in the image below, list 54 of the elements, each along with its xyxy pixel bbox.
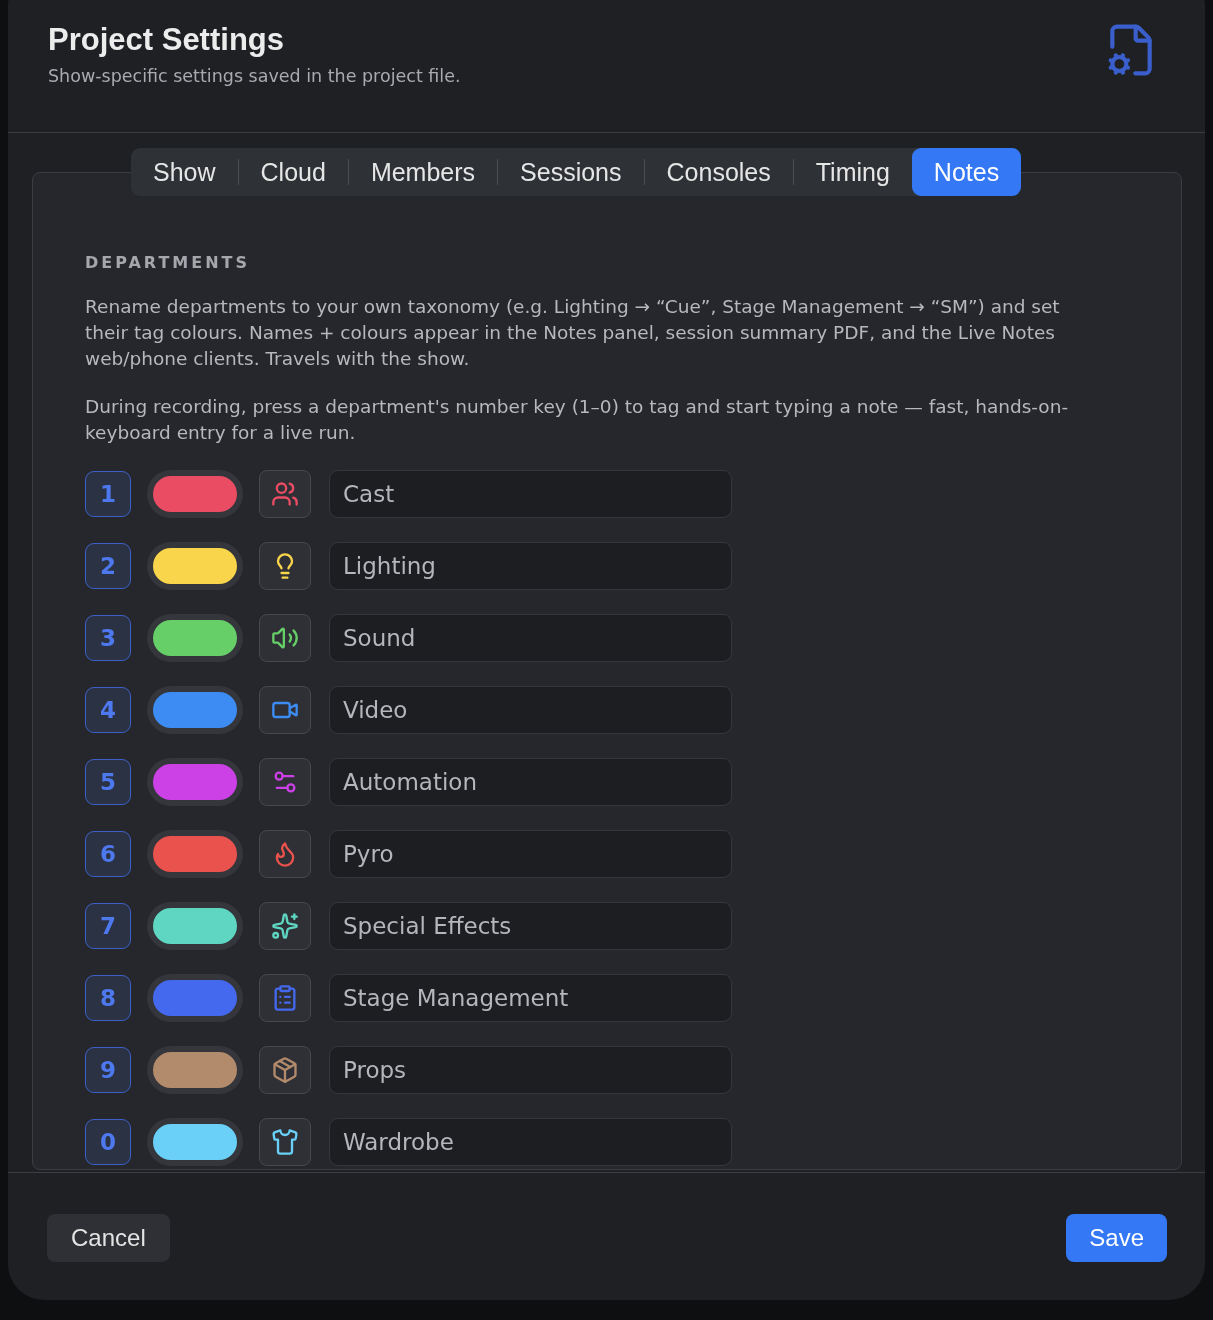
color-swatch[interactable] [147,1046,243,1094]
department-name-field[interactable]: Special Effects [329,902,732,950]
section-heading: DEPARTMENTS [85,253,252,272]
color-swatch[interactable] [147,614,243,662]
department-icon-button[interactable] [259,902,311,950]
tab[interactable]: Notes [911,148,1022,196]
tab[interactable]: Timing [793,148,912,196]
color-swatch[interactable] [147,686,243,734]
tab[interactable]: Sessions [498,148,644,196]
cancel-button[interactable]: Cancel [47,1214,170,1262]
department-name-field[interactable]: Video [329,686,732,734]
department-name-field[interactable]: Wardrobe [329,1118,732,1166]
tab[interactable]: Show [131,148,238,196]
number-key: 7 [85,903,131,949]
number-key: 0 [85,1119,131,1165]
tab[interactable]: Cloud [238,148,348,196]
number-key: 3 [85,615,131,661]
box-icon [271,1056,299,1084]
color-swatch[interactable] [147,470,243,518]
number-key: 8 [85,975,131,1021]
department-name-field[interactable]: Props [329,1046,732,1094]
number-key: 9 [85,1047,131,1093]
description-text: Rename departments to your own taxonomy (e.g. Lighting → “Cue”, Stage Management → “SM”) and set their tag colours. Names + colours appear in the Notes panel, session summary PDF, and the Live Notes web/phone clients. Travels with the show. [85,295,1061,371]
color-swatch[interactable] [147,1118,243,1166]
number-key: 1 [85,471,131,517]
dialog-title: Project Settings [48,22,285,58]
number-key: 5 [85,759,131,805]
department-name-field[interactable]: Lighting [329,542,732,590]
tab[interactable]: Consoles [644,148,793,196]
sparkles-icon [271,912,299,940]
department-name-field[interactable]: Cast [329,470,732,518]
number-key: 2 [85,543,131,589]
department-icon-button[interactable] [259,1046,311,1094]
department-icon-button[interactable] [259,614,311,662]
department-icon-button[interactable] [259,542,311,590]
department-name-field[interactable]: Stage Management [329,974,732,1022]
dialog-subtitle: Show-specific settings saved in the project file. [48,66,461,86]
department-icon-button[interactable] [259,1118,311,1166]
number-key: 6 [85,831,131,877]
color-swatch[interactable] [147,974,243,1022]
people-icon [271,480,299,508]
shirt-icon [271,1128,299,1156]
color-swatch[interactable] [147,902,243,950]
color-swatch[interactable] [147,542,243,590]
department-name-field[interactable]: Pyro [329,830,732,878]
color-swatch[interactable] [147,830,243,878]
department-icon-button[interactable] [259,686,311,734]
department-name-field[interactable]: Automation [329,758,732,806]
tab[interactable]: Members [348,148,498,196]
description-text: During recording, press a department's number key (1–0) to tag and start typing a note — fast, hands-on-keyboard entry for a live run. [85,395,1070,445]
save-button[interactable]: Save [1066,1214,1167,1262]
department-name-field[interactable]: Sound [329,614,732,662]
number-key: 4 [85,687,131,733]
color-swatch[interactable] [147,758,243,806]
